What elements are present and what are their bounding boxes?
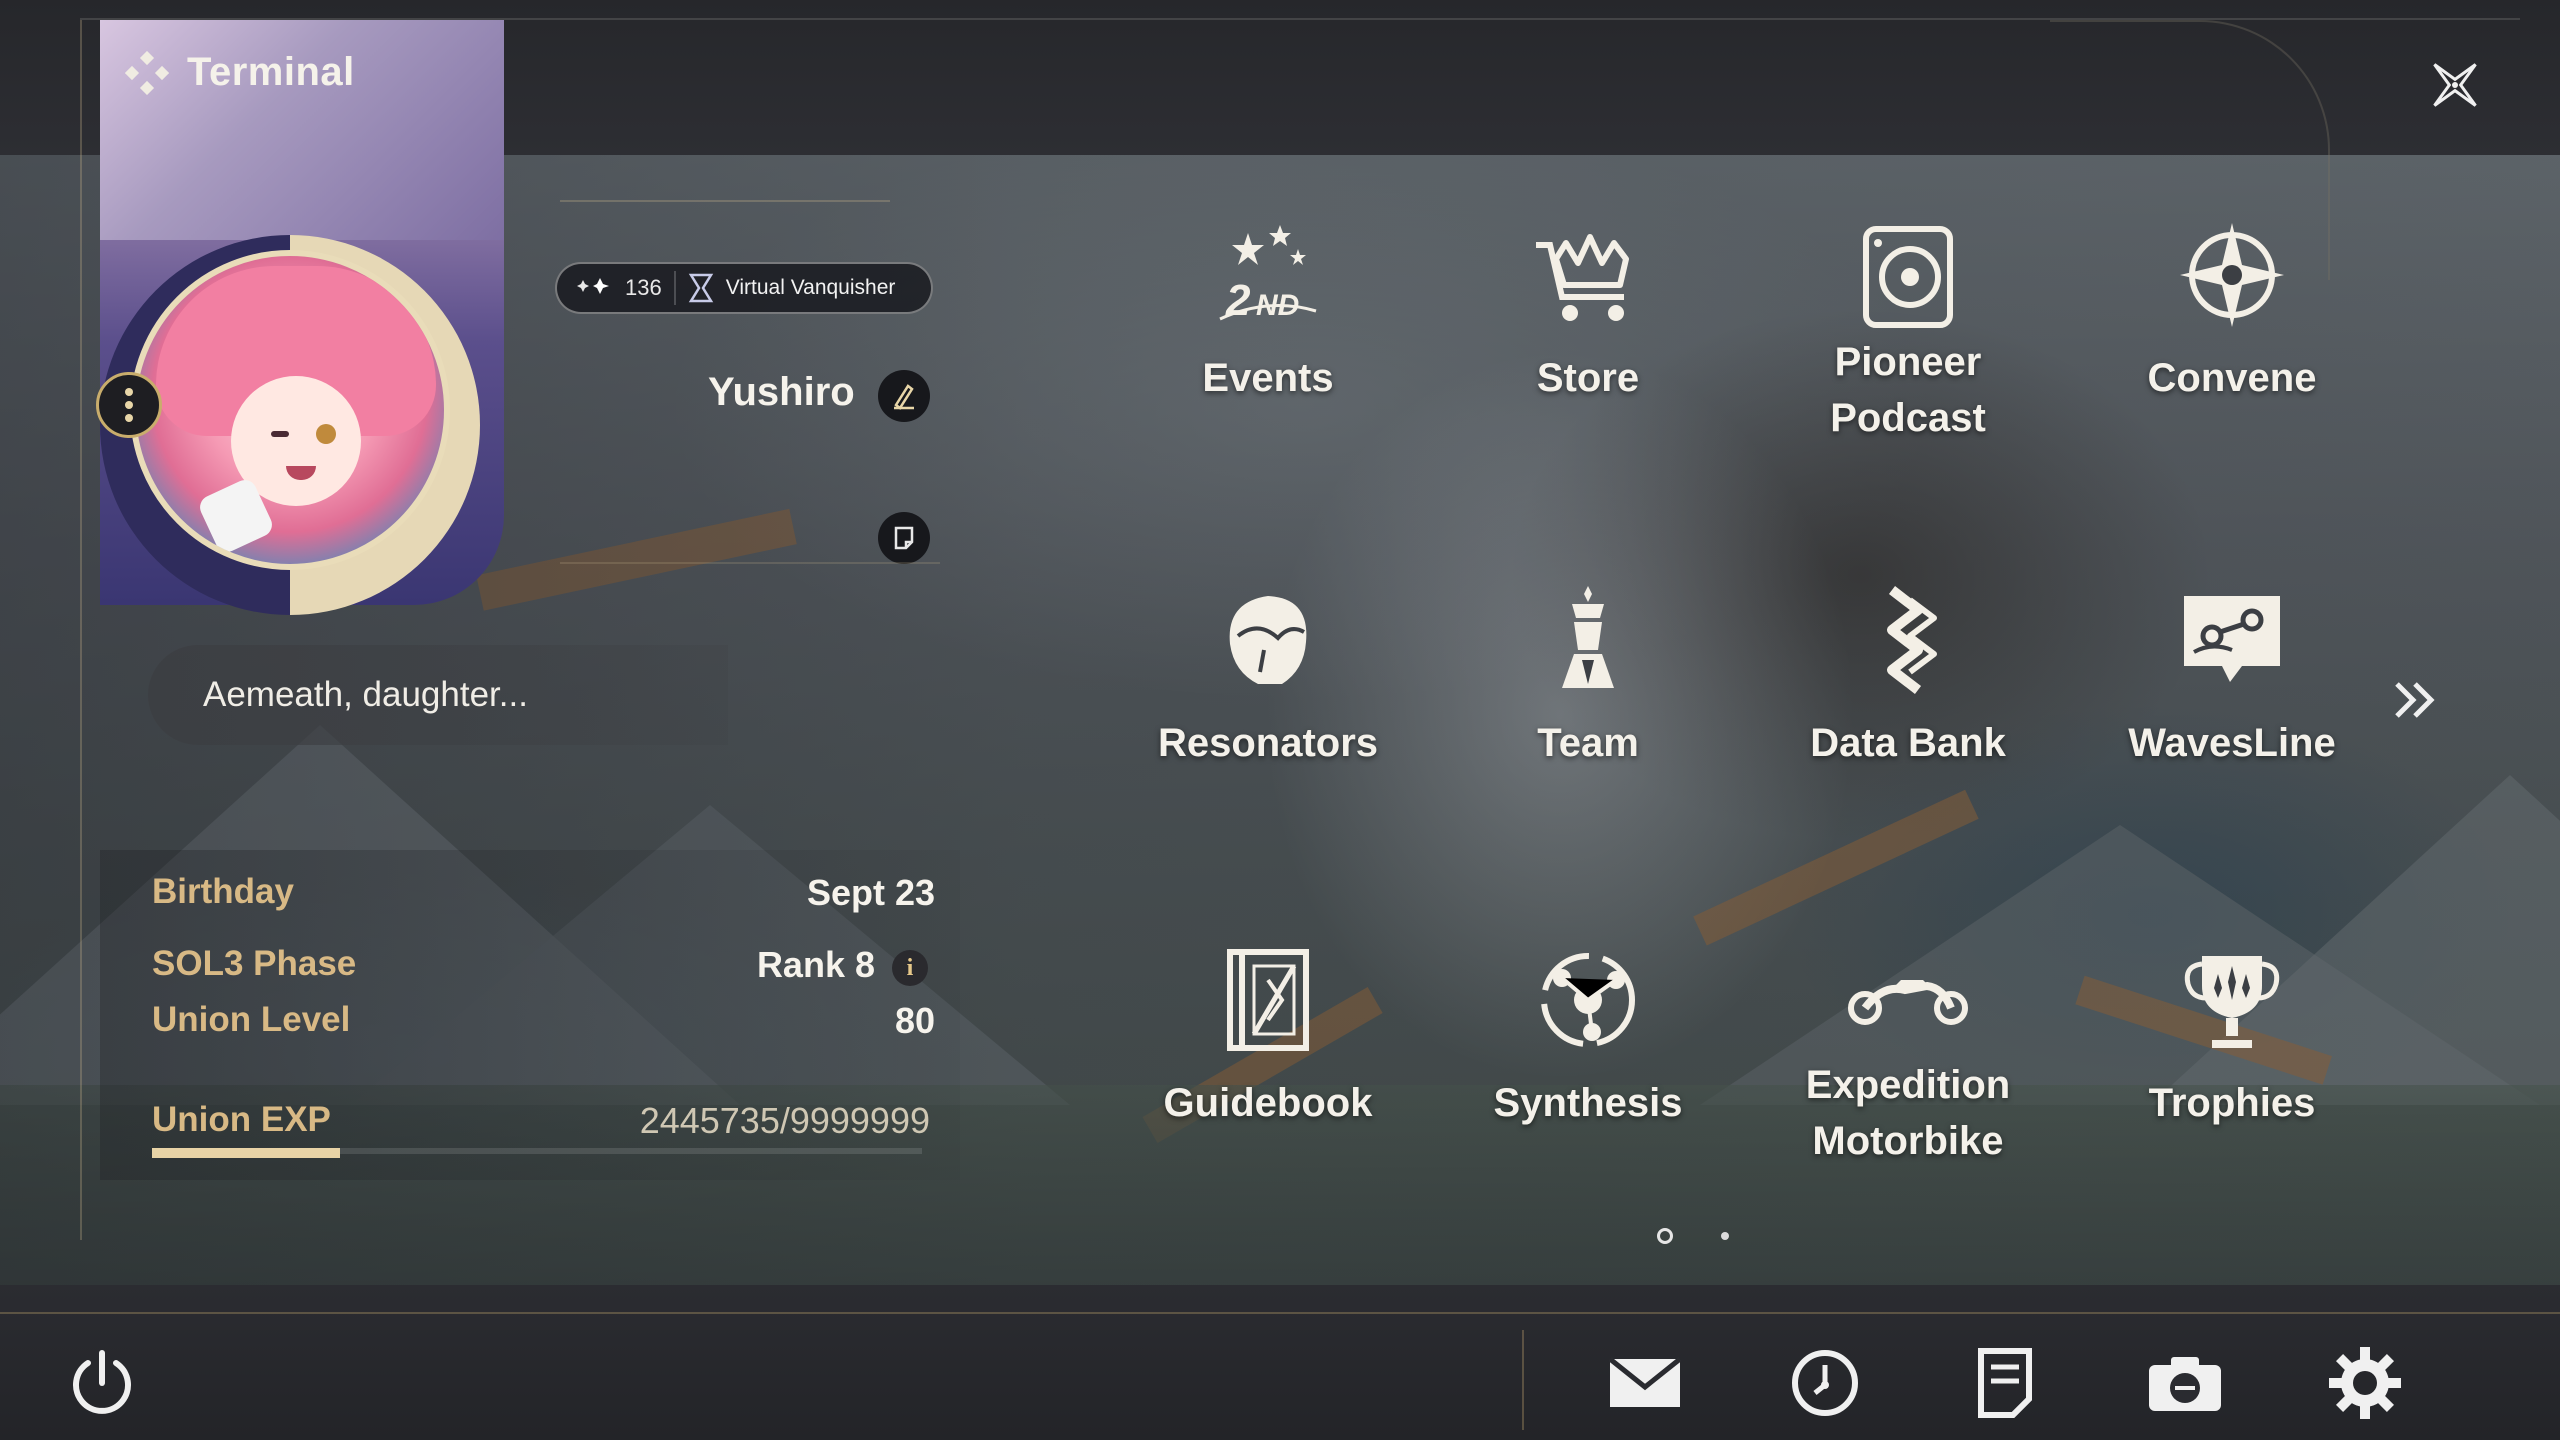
menu-label-synthesis: Synthesis [1493,1081,1683,1125]
divider-line [560,200,890,202]
team-chess-icon [1523,575,1653,705]
mail-button[interactable] [1600,1338,1690,1428]
birthday-value: Sept 23 [806,872,935,913]
close-icon [2433,63,2477,107]
terminal-title: Terminal [125,50,355,95]
guidebook-icon [1203,935,1333,1065]
menu-item-store[interactable]: Store [1448,210,1728,470]
pencil-icon [894,384,914,410]
gear-icon [2329,1347,2401,1419]
menu-label-wavesline: WavesLine [2128,721,2336,765]
menu-item-expedition-motorbike[interactable]: Expedition Motorbike [1768,935,2048,1195]
podcast-speaker-icon [1843,210,1973,340]
left-frame-line [80,20,82,1240]
menu-item-guidebook[interactable]: Guidebook [1128,935,1408,1195]
union-exp-value: 2445735/9999999 [639,1100,930,1141]
mail-icon [1608,1357,1682,1407]
events-icon: 2 ND [1203,210,1333,340]
badge-count: 136 [625,275,662,300]
union-exp-progress [152,1148,340,1158]
badge-title: Virtual Vanquisher [725,276,896,299]
card-edit-icon [894,526,914,550]
page-dot-active[interactable] [1657,1228,1673,1244]
signature-field[interactable]: Aemeath, daughter... [148,645,728,745]
avatar[interactable] [130,250,450,570]
edit-name-button[interactable] [878,370,930,422]
edit-card-button[interactable] [878,512,930,564]
power-icon [73,1350,131,1414]
close-button[interactable] [2410,40,2500,130]
sol3-info-button[interactable]: i [892,950,928,986]
menu-label-pioneer-podcast: Pioneer Podcast [1830,340,1986,440]
data-bank-icon [1843,575,1973,705]
menu-label-expedition-motorbike: Expedition Motorbike [1805,1063,2011,1163]
divider-line [560,562,940,564]
next-page-button[interactable] [2385,670,2445,730]
menu-item-convene[interactable]: Convene [2092,210,2372,470]
power-button[interactable] [57,1338,147,1428]
info-icon: i [906,954,914,981]
motorbike-icon [1843,935,1973,1065]
menu-label-team: Team [1537,721,1639,765]
camera-icon [2149,1357,2221,1411]
sol3-phase-value: Rank 8 [756,944,875,985]
menu-item-events[interactable]: 2 ND Events [1128,210,1408,470]
union-level-label: Union Level [152,1000,351,1039]
wavesline-chat-icon [2167,575,2297,705]
settings-button[interactable] [2320,1338,2410,1428]
terminal-title-text: Terminal [187,50,355,94]
menu-item-data-bank[interactable]: Data Bank [1768,575,2048,835]
menu-item-synthesis[interactable]: Synthesis [1448,935,1728,1195]
menu-label-resonators: Resonators [1157,721,1379,765]
page-dot[interactable] [1721,1232,1729,1240]
birthday-label: Birthday [152,872,294,911]
sol3-phase-label: SOL3 Phase [152,944,357,983]
player-name: Yushiro [708,370,855,414]
store-cart-icon [1523,210,1653,340]
hourglass-icon [688,273,713,303]
union-level-value: 80 [894,1000,935,1041]
synthesis-icon [1523,935,1653,1065]
menu-item-resonators[interactable]: Resonators [1128,575,1408,835]
notes-icon [1978,1348,2032,1418]
menu-item-wavesline[interactable]: WavesLine [2092,575,2372,835]
svg-text:2: 2 [1225,276,1251,325]
badge-separator [673,271,676,305]
menu-label-guidebook: Guidebook [1163,1081,1373,1125]
clock-icon [1792,1350,1858,1416]
bottom-vertical-divider [1522,1330,1524,1430]
title-badge[interactable]: 136 Virtual Vanquisher [555,262,933,314]
notes-button[interactable] [1960,1338,2050,1428]
resonator-head-icon [1203,575,1333,705]
union-exp-label: Union EXP [152,1100,331,1139]
bottom-divider-line [0,1312,2560,1314]
menu-label-events: Events [1202,356,1334,400]
sparkle-icon [577,278,609,294]
menu-label-store: Store [1536,356,1640,400]
more-vertical-icon [125,388,133,422]
trophy-icon [2167,935,2297,1065]
menu-item-team[interactable]: Team [1448,575,1728,835]
menu-label-data-bank: Data Bank [1810,721,2006,765]
menu-item-pioneer-podcast[interactable]: Pioneer Podcast [1768,210,2048,470]
menu-item-trophies[interactable]: Trophies [2092,935,2372,1195]
terminal-diamond-icon [125,50,169,95]
avatar-eye [316,424,336,444]
avatar-eye [271,431,289,437]
menu-label-trophies: Trophies [2148,1081,2316,1125]
clock-button[interactable] [1780,1338,1870,1428]
signature-text: Aemeath, daughter... [203,675,528,714]
camera-button[interactable] [2140,1338,2230,1428]
menu-label-convene: Convene [2147,356,2317,400]
double-chevron-right-icon [2395,682,2435,718]
convene-star-icon [2167,210,2297,340]
more-options-button[interactable] [96,372,162,438]
